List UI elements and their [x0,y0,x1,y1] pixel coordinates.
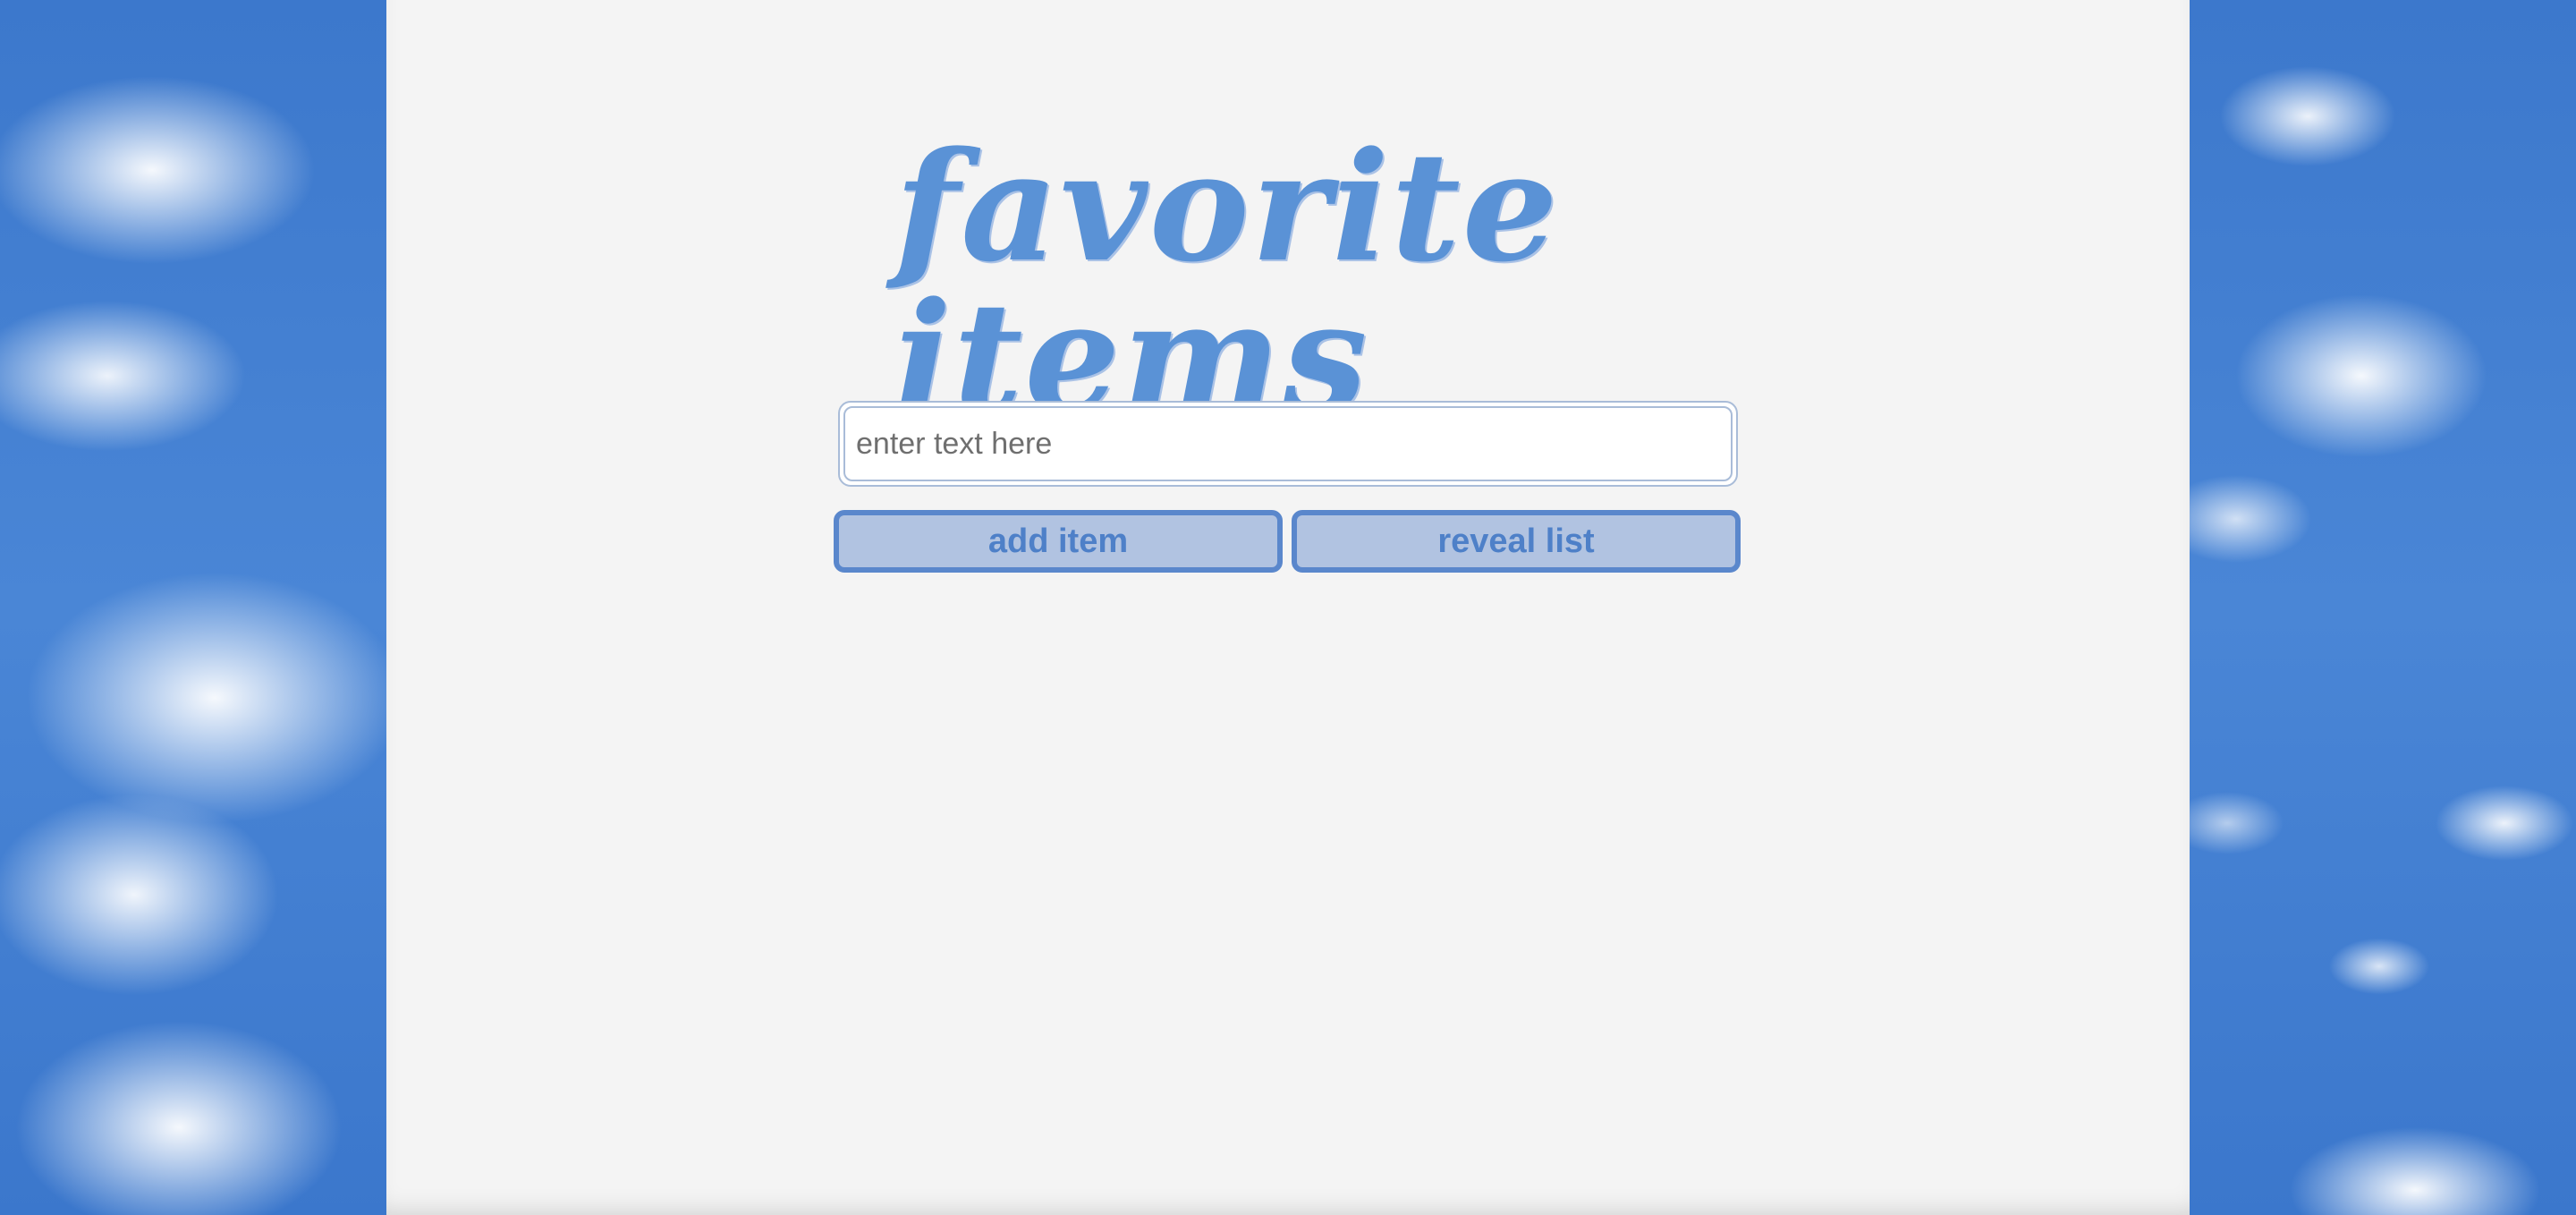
text-input-frame [838,401,1738,487]
item-text-input[interactable] [843,406,1733,481]
reveal-list-button[interactable]: reveal list [1292,510,1741,573]
add-item-button[interactable]: add item [834,510,1283,573]
page-title: favorite items [894,118,1560,446]
